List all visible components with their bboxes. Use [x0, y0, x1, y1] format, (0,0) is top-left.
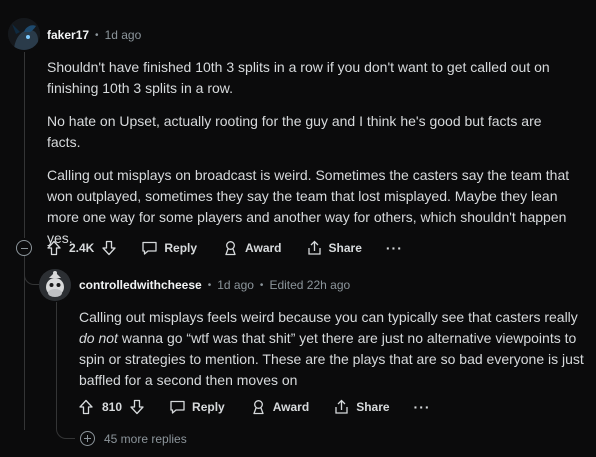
award-label: Award	[245, 241, 282, 255]
downvote-icon	[130, 399, 144, 415]
reply-label: Reply	[164, 241, 198, 255]
share-button[interactable]: Share	[333, 399, 390, 415]
comment-body: Calling out misplays feels weird because…	[79, 307, 589, 403]
share-icon	[307, 240, 321, 255]
upvote-icon	[79, 399, 93, 415]
award-icon	[253, 400, 264, 415]
comment-paragraph: No hate on Upset, actually rooting for t…	[47, 113, 542, 150]
emphasis-text: do not	[79, 330, 118, 346]
award-icon	[225, 241, 236, 256]
downvote-button[interactable]	[129, 399, 145, 415]
upvote-button[interactable]	[46, 240, 62, 256]
more-options-button[interactable]: ···	[386, 240, 403, 256]
more-replies-curve	[56, 418, 75, 439]
vote-count: 2.4K	[69, 241, 95, 255]
more-replies-link[interactable]: 45 more replies	[80, 431, 187, 446]
award-button[interactable]: Award	[250, 399, 309, 415]
more-replies-label: 45 more replies	[104, 431, 187, 446]
separator-dot: •	[207, 279, 212, 291]
thread-line-main[interactable]	[24, 52, 25, 238]
edited-timestamp: Edited 22h ago	[269, 278, 351, 292]
comment-icon	[142, 241, 158, 255]
vote-count: 810	[102, 400, 123, 414]
thread-curve	[24, 270, 39, 285]
comment-timestamp[interactable]: 1d ago	[105, 28, 142, 42]
downvote-icon	[102, 240, 117, 256]
share-icon	[335, 399, 348, 414]
comment-author[interactable]: controlledwithcheese	[79, 278, 202, 292]
comment-body: Shouldn't have finished 10th 3 splits in…	[47, 57, 577, 261]
comment-paragraph: Shouldn't have finished 10th 3 splits in…	[47, 59, 550, 96]
comment-timestamp[interactable]: 1d ago	[217, 278, 254, 292]
collapse-thread-button[interactable]	[16, 240, 32, 256]
comment-author[interactable]: faker17	[47, 28, 89, 42]
share-label: Share	[328, 241, 362, 255]
reply-label: Reply	[192, 400, 225, 414]
share-label: Share	[356, 400, 390, 414]
reply-button[interactable]: Reply	[169, 399, 225, 415]
avatar[interactable]	[39, 269, 71, 301]
share-button[interactable]: Share	[306, 240, 362, 256]
downvote-button[interactable]	[101, 240, 117, 256]
comment-icon	[170, 400, 185, 414]
thread-line-reply[interactable]	[56, 302, 57, 420]
upvote-button[interactable]	[78, 399, 94, 415]
more-options-button[interactable]: ···	[414, 399, 431, 415]
avatar[interactable]	[8, 18, 40, 50]
comment-paragraph: Calling out misplays on broadcast is wei…	[47, 167, 570, 246]
reply-button[interactable]: Reply	[141, 240, 197, 256]
comment-actions: 810 Reply Award Share ···	[78, 397, 431, 417]
award-button[interactable]: Award	[222, 240, 282, 256]
award-label: Award	[272, 400, 310, 414]
comment-paragraph: Calling out misplays feels weird because…	[79, 309, 584, 388]
plus-icon	[80, 431, 95, 446]
separator-dot: •	[259, 279, 264, 291]
upvote-icon	[47, 240, 61, 256]
comment-actions: 2.4K Reply Award Share ···	[46, 238, 403, 258]
separator-dot: •	[95, 29, 99, 41]
